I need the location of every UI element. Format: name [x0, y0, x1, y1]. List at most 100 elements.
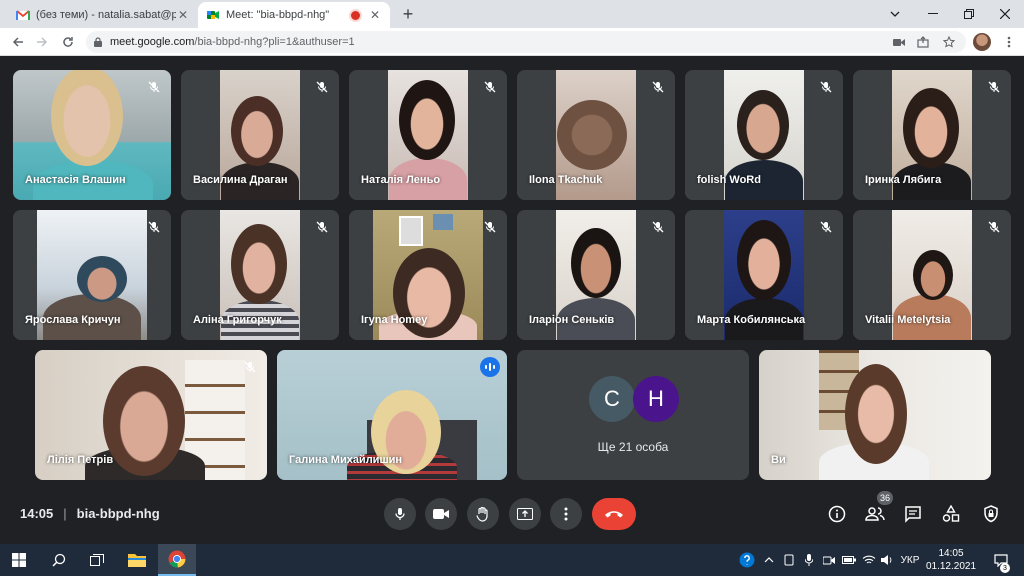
avatar: H	[633, 376, 679, 422]
forward-icon[interactable]	[32, 32, 52, 52]
reload-icon[interactable]	[58, 32, 78, 52]
participant-name: Галина Михайлишин	[289, 454, 403, 466]
wifi-icon[interactable]	[860, 544, 878, 576]
task-view-button[interactable]	[78, 544, 116, 576]
minimize-icon[interactable]	[914, 0, 952, 28]
more-participants-avatars: C H	[589, 376, 679, 422]
microphone-tray-icon[interactable]	[800, 544, 818, 576]
volume-icon[interactable]	[878, 544, 896, 576]
more-participants-label: Ще 21 особа	[597, 440, 669, 454]
raise-hand-button[interactable]	[467, 498, 499, 530]
meeting-details-button[interactable]	[824, 501, 850, 527]
menu-kebab-icon[interactable]	[1000, 32, 1018, 52]
meeting-time: 14:05	[20, 506, 54, 521]
participant-tile[interactable]: Марта Кобилянська	[685, 210, 843, 340]
tab-gmail[interactable]: (без теми) - natalia.sabat@pnu.e ✕	[8, 2, 198, 28]
participant-tile[interactable]: Іринка Лябига	[853, 70, 1011, 200]
camera-button[interactable]	[425, 498, 457, 530]
windows-logo-icon	[12, 553, 26, 567]
mic-off-icon	[145, 218, 163, 236]
more-options-button[interactable]	[550, 498, 582, 530]
mic-off-icon	[313, 218, 331, 236]
participant-name: Марта Кобилянська	[697, 314, 806, 326]
search-button[interactable]	[40, 544, 78, 576]
notifications-count: 3	[1000, 563, 1010, 573]
more-participants-tile[interactable]: C H Ще 21 особа	[517, 350, 749, 480]
tab-search-icon[interactable]	[876, 0, 914, 28]
microphone-button[interactable]	[384, 498, 416, 530]
chrome-taskbar-button[interactable]	[158, 544, 196, 576]
tab-title: (без теми) - natalia.sabat@pnu.e	[36, 9, 176, 21]
help-icon[interactable]	[736, 544, 758, 576]
url-path: /bia-bbpd-nhg?pli=1&authuser=1	[194, 36, 355, 48]
taskbar-clock[interactable]: 14:05 01.12.2021	[918, 547, 984, 573]
participant-tile[interactable]: Іларіон Сеньків	[517, 210, 675, 340]
participant-tile-speaking[interactable]: Галина Михайлишин	[277, 350, 507, 480]
new-tab-button[interactable]: +	[398, 4, 418, 24]
bookmark-star-icon[interactable]	[940, 32, 958, 52]
participant-name: Наталія Леньо	[361, 174, 441, 186]
info-icon	[828, 505, 846, 523]
chat-button[interactable]	[900, 501, 926, 527]
address-bar[interactable]: meet.google.com/bia-bbpd-nhg?pli=1&authu…	[86, 31, 966, 53]
participant-tile[interactable]: Ilona Tkachuk	[517, 70, 675, 200]
hang-up-icon	[605, 511, 623, 518]
restore-icon[interactable]	[950, 0, 988, 28]
participant-tile[interactable]: Анастасія Влашин	[13, 70, 171, 200]
tab-title: Meet: "bia-bbpd-nhg"	[226, 9, 330, 21]
mic-off-icon	[145, 78, 163, 96]
participant-name: Ви	[771, 454, 786, 466]
close-window-icon[interactable]	[986, 0, 1024, 28]
present-screen-button[interactable]	[509, 498, 541, 530]
url-host: meet.google.com	[110, 36, 195, 48]
people-icon	[865, 507, 885, 521]
mic-off-icon	[985, 218, 1003, 236]
participant-name: Vitalii Metelytsia	[865, 314, 951, 326]
start-button[interactable]	[0, 544, 38, 576]
clock-date: 01.12.2021	[925, 561, 977, 572]
raise-hand-icon	[476, 506, 488, 522]
close-tab-icon[interactable]: ✕	[176, 8, 190, 22]
windows-taskbar: УКР 14:05 01.12.2021	[0, 544, 1024, 576]
task-view-icon	[90, 554, 104, 566]
close-tab-icon[interactable]: ✕	[368, 8, 382, 22]
participant-tile[interactable]: Ярослава Кричун	[13, 210, 171, 340]
participant-name: Аліна Григорчук	[193, 314, 282, 326]
separator: |	[63, 506, 67, 521]
battery-icon[interactable]	[840, 544, 858, 576]
participant-tile[interactable]: folish WoRd	[685, 70, 843, 200]
participant-tile[interactable]: Наталія Леньо	[349, 70, 507, 200]
self-view-tile[interactable]: Ви	[759, 350, 991, 480]
tab-meet[interactable]: Meet: "bia-bbpd-nhg" ✕	[198, 2, 390, 28]
file-explorer-button[interactable]	[118, 544, 156, 576]
participant-video	[759, 350, 991, 480]
camera-in-use-icon[interactable]	[890, 32, 908, 52]
mic-off-icon	[241, 358, 259, 376]
share-icon[interactable]	[914, 32, 932, 52]
back-icon[interactable]	[8, 32, 28, 52]
show-hidden-icons[interactable]	[760, 544, 778, 576]
activities-button[interactable]	[938, 501, 964, 527]
participant-name: Іларіон Сеньків	[529, 314, 615, 326]
participant-name: Ярослава Кричун	[25, 314, 121, 326]
gmail-icon	[16, 8, 30, 22]
camera-tray-icon[interactable]	[820, 544, 838, 576]
participant-tile[interactable]: Vitalii Metelytsia	[853, 210, 1011, 340]
participant-tile[interactable]: Аліна Григорчук	[181, 210, 339, 340]
participant-tile[interactable]: Ігуnа Homey	[349, 210, 507, 340]
participant-name: folish WoRd	[697, 174, 761, 186]
camera-icon	[433, 509, 449, 519]
meet-control-bar: 14:05 | bia-bbpd-nhg	[0, 487, 1024, 544]
shield-icon	[984, 505, 998, 523]
lock-icon	[94, 37, 110, 47]
microphone-icon	[395, 508, 405, 520]
participant-tile[interactable]: Лілія Петрів	[35, 350, 267, 480]
meeting-code: bia-bbpd-nhg	[76, 506, 160, 521]
present-screen-icon	[517, 508, 533, 520]
device-icon[interactable]	[780, 544, 798, 576]
host-controls-button[interactable]	[978, 501, 1004, 527]
profile-avatar[interactable]	[973, 33, 991, 51]
participant-tile[interactable]: Василина Драган	[181, 70, 339, 200]
chat-icon	[905, 506, 921, 523]
leave-call-button[interactable]	[592, 498, 636, 530]
